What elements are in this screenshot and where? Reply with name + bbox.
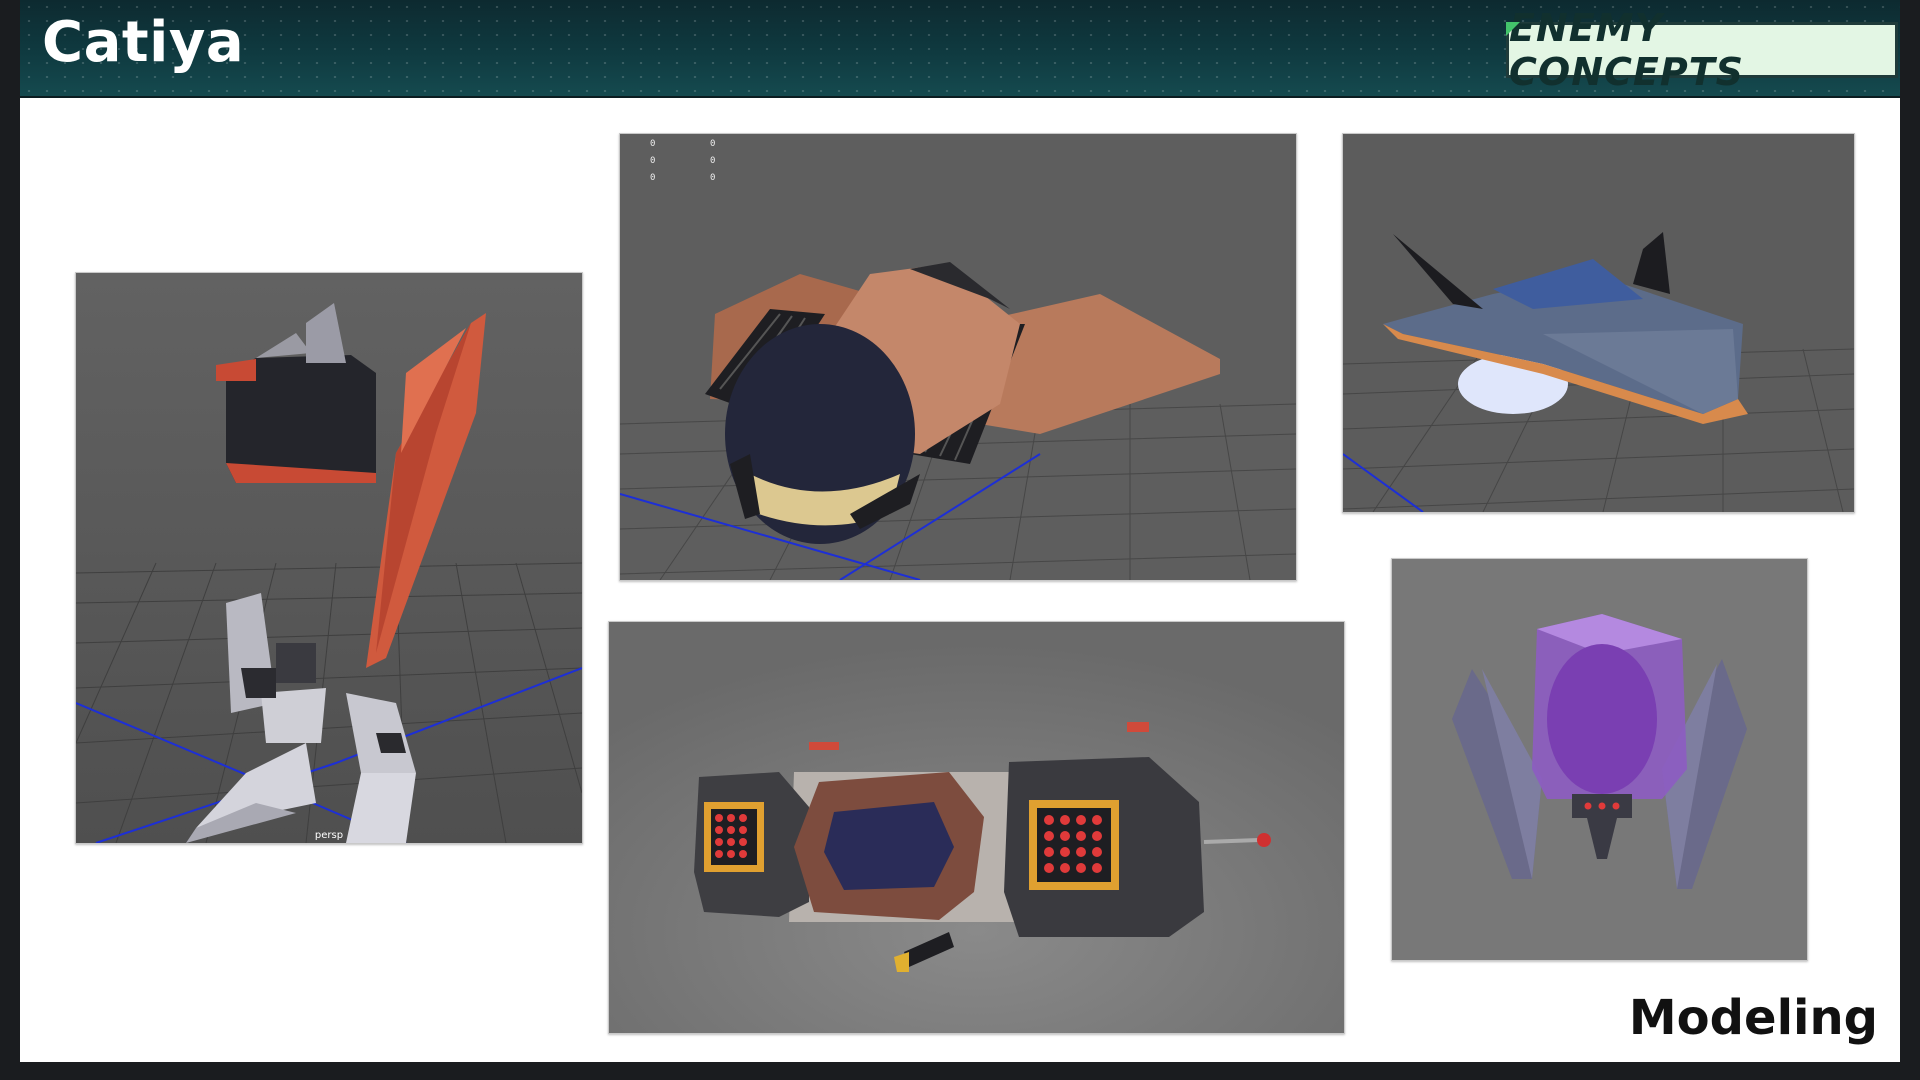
robot-model-render xyxy=(76,273,582,843)
slide: Catiya ENEMY CONCEPTS persp 0 0 0 0 0 0 … xyxy=(20,0,1900,1062)
section-footer-label: Modeling xyxy=(1628,990,1878,1046)
badge-corner-accent xyxy=(1506,22,1520,36)
viewport-axis-readout: 00 00 00 xyxy=(650,139,716,183)
viewport-orange-ship-model: 00 00 00 xyxy=(619,133,1297,581)
crystal-spider-render xyxy=(1392,559,1807,960)
viewport-crystal-spider-model xyxy=(1391,558,1808,961)
section-badge: ENEMY CONCEPTS xyxy=(1506,6,1898,94)
page-title: Catiya xyxy=(42,10,245,75)
viewport-pod-ship-model xyxy=(608,621,1345,1034)
header-banner: Catiya ENEMY CONCEPTS xyxy=(20,0,1900,98)
orange-ship-render xyxy=(620,134,1296,580)
crystal-base-lights xyxy=(1584,802,1620,810)
section-badge-label: ENEMY CONCEPTS xyxy=(1509,6,1744,94)
viewport-blue-ship-model xyxy=(1342,133,1855,513)
pod-ship-render xyxy=(609,622,1344,1033)
blue-ship-render xyxy=(1343,134,1854,512)
viewport-robot-model: persp xyxy=(75,272,583,844)
viewport-camera-label: persp xyxy=(314,830,344,841)
